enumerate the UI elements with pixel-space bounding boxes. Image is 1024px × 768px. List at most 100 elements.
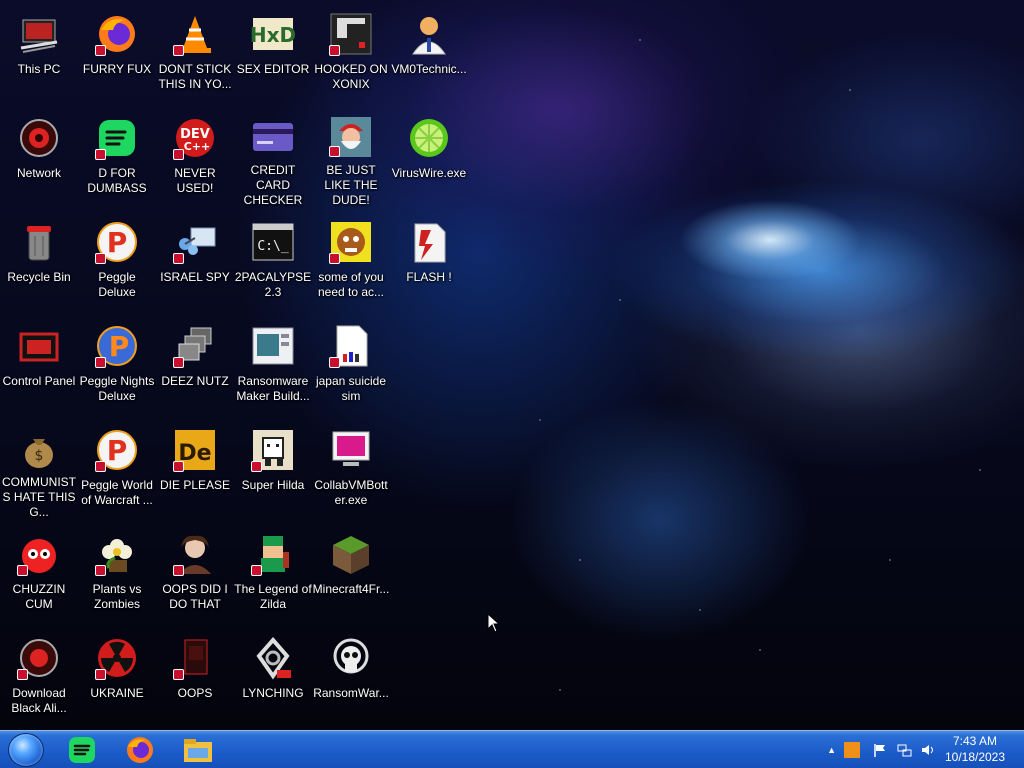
svg-text:C++: C++	[184, 140, 211, 153]
desktop-icon-plants-vs-zombies[interactable]: Plants vs Zombies	[78, 524, 156, 624]
icon-label: D FOR DUMBASS	[87, 166, 147, 195]
desktop-icon-control-panel[interactable]: Control Panel	[0, 316, 78, 416]
control-panel-icon	[15, 322, 63, 370]
network-tray-icon[interactable]	[896, 742, 912, 758]
icon-label: Minecraft4Fr...	[312, 582, 390, 596]
desktop-icon-collabvm[interactable]: CollabVMBott er.exe	[312, 420, 390, 520]
clock-date: 10/18/2023	[944, 750, 1006, 764]
volume-icon[interactable]	[920, 742, 936, 758]
icon-label: Peggle World of Warcraft ...	[81, 478, 153, 507]
cmd-icon: C:\_	[249, 218, 297, 266]
icon-label: VirusWire.exe	[391, 166, 467, 180]
credit-card-icon	[249, 114, 297, 159]
taskbar: ▲ 7:43 AM 10/18/2023	[0, 730, 1024, 768]
desktop-icon-peggle-nights[interactable]: P Peggle Nights Deluxe	[78, 316, 156, 416]
taskbar-pinned-file-explorer[interactable]	[178, 734, 218, 766]
skull-icon	[327, 634, 375, 682]
desktop-icon-2pacalypse[interactable]: C:\_ 2PACALYPSE 2.3	[234, 212, 312, 312]
desktop-icon-sex-editor[interactable]: HxD SEX EDITOR	[234, 4, 312, 104]
icon-label: Ransomware Maker Build...	[236, 374, 310, 403]
desktop-icon-recycle-bin[interactable]: Recycle Bin	[0, 212, 78, 312]
pixel-hero-icon	[249, 530, 297, 578]
desktop-icon-minecraft[interactable]: Minecraft4Fr...	[312, 524, 390, 624]
desktop-icon-never-used[interactable]: DEV C++ NEVER USED!	[156, 108, 234, 208]
icon-label: VM0Technic...	[391, 62, 467, 76]
svg-text:C:\_: C:\_	[257, 239, 288, 254]
desktop-icon-hooked-on-xonix[interactable]: HOOKED ON XONIX	[312, 4, 390, 104]
icon-label: CHUZZIN CUM	[12, 582, 66, 611]
tray-app-icon[interactable]	[844, 742, 860, 758]
file-explorer-icon	[184, 739, 212, 762]
desktop-icon-die-please[interactable]: De DIE PLEASE	[156, 420, 234, 520]
taskbar-pinned-firefox[interactable]	[120, 734, 160, 766]
desktop-icon-chuzzin[interactable]: CHUZZIN CUM	[0, 524, 78, 624]
window-app-icon	[249, 322, 297, 370]
icon-label: HOOKED ON XONIX	[314, 62, 388, 91]
hxd-icon: HxD	[249, 10, 297, 58]
desktop-icon-be-just-like[interactable]: BE JUST LIKE THE DUDE!	[312, 108, 390, 208]
desktop-icon-viruswire[interactable]: VirusWire.exe	[390, 108, 468, 208]
icon-label: This PC	[17, 62, 61, 76]
icon-label: CollabVMBott er.exe	[314, 478, 388, 507]
remote-desktop-icon	[171, 218, 219, 266]
vlc-cone-icon	[171, 10, 219, 58]
dog-icon	[327, 218, 375, 266]
icon-label: Recycle Bin	[7, 270, 71, 284]
flash-icon	[405, 218, 453, 266]
desktop-icon-ransomwar[interactable]: RansomWar...	[312, 628, 390, 728]
desktop-icon-network[interactable]: Network	[0, 108, 78, 208]
icon-label: Peggle Deluxe	[98, 270, 136, 299]
desktop-icon-flash[interactable]: FLASH !	[390, 212, 468, 312]
show-hidden-icons-button[interactable]: ▲	[827, 745, 836, 755]
de-icon: De	[171, 426, 219, 474]
icon-label: LYNCHING	[242, 686, 304, 700]
desktop-icon-this-pc[interactable]: This PC	[0, 4, 78, 104]
flower-icon	[93, 530, 141, 578]
doctor-icon	[405, 10, 453, 58]
action-center-flag-icon[interactable]	[872, 742, 888, 758]
desktop-icon-communists[interactable]: $ COMMUNISTS HATE THIS G...	[0, 420, 78, 520]
desktop-icon-super-hilda[interactable]: Super Hilda	[234, 420, 312, 520]
desktop-icon-ukraine[interactable]: UKRAINE	[78, 628, 156, 728]
desktop-icon-peggle-deluxe[interactable]: P Peggle Deluxe	[78, 212, 156, 312]
taskbar-pinned-spotify[interactable]	[62, 734, 102, 766]
desktop-icon-furry-fux[interactable]: FURRY FUX	[78, 4, 156, 104]
desktop-icon-legend-of-zilda[interactable]: The Legend of Zilda	[234, 524, 312, 624]
desktop-icon-lynching[interactable]: LYNCHING	[234, 628, 312, 728]
chuzzle-icon	[15, 530, 63, 578]
icon-label: NEVER USED!	[174, 166, 216, 195]
icon-label: some of you need to ac...	[317, 270, 385, 299]
spotify-icon	[69, 737, 95, 763]
icon-label: DONT STICK THIS IN YO...	[158, 62, 232, 91]
desktop-icon-download-black[interactable]: Download Black Ali...	[0, 628, 78, 728]
icon-label: The Legend of Zilda	[234, 582, 312, 611]
desktop-icon-oops-did-i[interactable]: OOPS DID I DO THAT	[156, 524, 234, 624]
desktop-icon-some-of-you[interactable]: some of you need to ac...	[312, 212, 390, 312]
icon-label: OOPS DID I DO THAT	[162, 582, 228, 611]
desktop-icon-d-for-dumbass[interactable]: D FOR DUMBASS	[78, 108, 156, 208]
desktop-icon-dont-stick[interactable]: DONT STICK THIS IN YO...	[156, 4, 234, 104]
desktop-icon-israel-spy[interactable]: ISRAEL SPY	[156, 212, 234, 312]
file-icon	[327, 322, 375, 370]
peggle-icon: P	[93, 426, 141, 474]
icon-label: ISRAEL SPY	[160, 270, 230, 284]
firefox-icon	[93, 10, 141, 58]
icon-label: japan suicide sim	[315, 374, 387, 403]
desktop-icon-japan-suicide[interactable]: japan suicide sim	[312, 316, 390, 416]
desktop-icon-vm0technic[interactable]: VM0Technic...	[390, 4, 468, 104]
icon-label: OOPS	[177, 686, 213, 700]
santa-icon	[327, 114, 375, 159]
lime-icon	[405, 114, 453, 162]
portrait-icon	[171, 530, 219, 578]
desktop-icon-oops[interactable]: OOPS	[156, 628, 234, 728]
icon-label: Control Panel	[2, 374, 76, 388]
desktop-icon-ransomware-maker[interactable]: Ransomware Maker Build...	[234, 316, 312, 416]
icon-label: COMMUNISTS HATE THIS G...	[2, 475, 76, 519]
desktop-icon-peggle-world[interactable]: P Peggle World of Warcraft ...	[78, 420, 156, 520]
desktop-icon-deez-nutz[interactable]: DEEZ NUTZ	[156, 316, 234, 416]
taskbar-clock[interactable]: 7:43 AM 10/18/2023	[940, 733, 1010, 765]
pixel-cat-icon	[249, 426, 297, 474]
icon-label: Super Hilda	[241, 478, 305, 492]
desktop-icon-credit-card[interactable]: CREDIT CARD CHECKER	[234, 108, 312, 208]
start-button[interactable]	[8, 733, 44, 767]
